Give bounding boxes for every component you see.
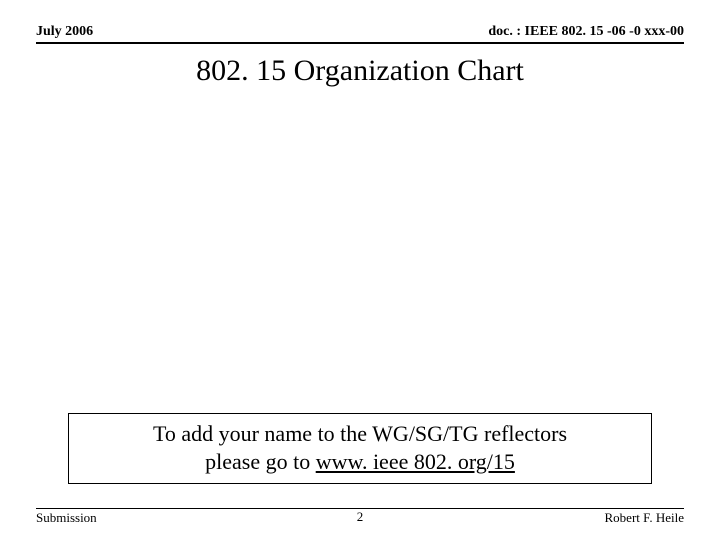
header-date: July 2006	[36, 24, 93, 40]
header-docref: doc. : IEEE 802. 15 -06 -0 xxx-00	[488, 24, 684, 40]
header-bar: July 2006 doc. : IEEE 802. 15 -06 -0 xxx…	[36, 24, 684, 44]
note-line-1: To add your name to the WG/SG/TG reflect…	[77, 420, 643, 448]
reflector-link[interactable]: www. ieee 802. org/15	[316, 449, 515, 474]
reflector-note: To add your name to the WG/SG/TG reflect…	[68, 413, 652, 484]
slide-page: July 2006 doc. : IEEE 802. 15 -06 -0 xxx…	[0, 0, 720, 540]
note-line-2: please go to www. ieee 802. org/15	[77, 448, 643, 476]
footer-left: Submission	[36, 510, 97, 526]
footer-right: Robert F. Heile	[605, 510, 684, 526]
page-title: 802. 15 Organization Chart	[36, 54, 684, 88]
footer-bar: Submission Robert F. Heile 2	[36, 508, 684, 526]
note-prefix: please go to	[205, 449, 316, 474]
